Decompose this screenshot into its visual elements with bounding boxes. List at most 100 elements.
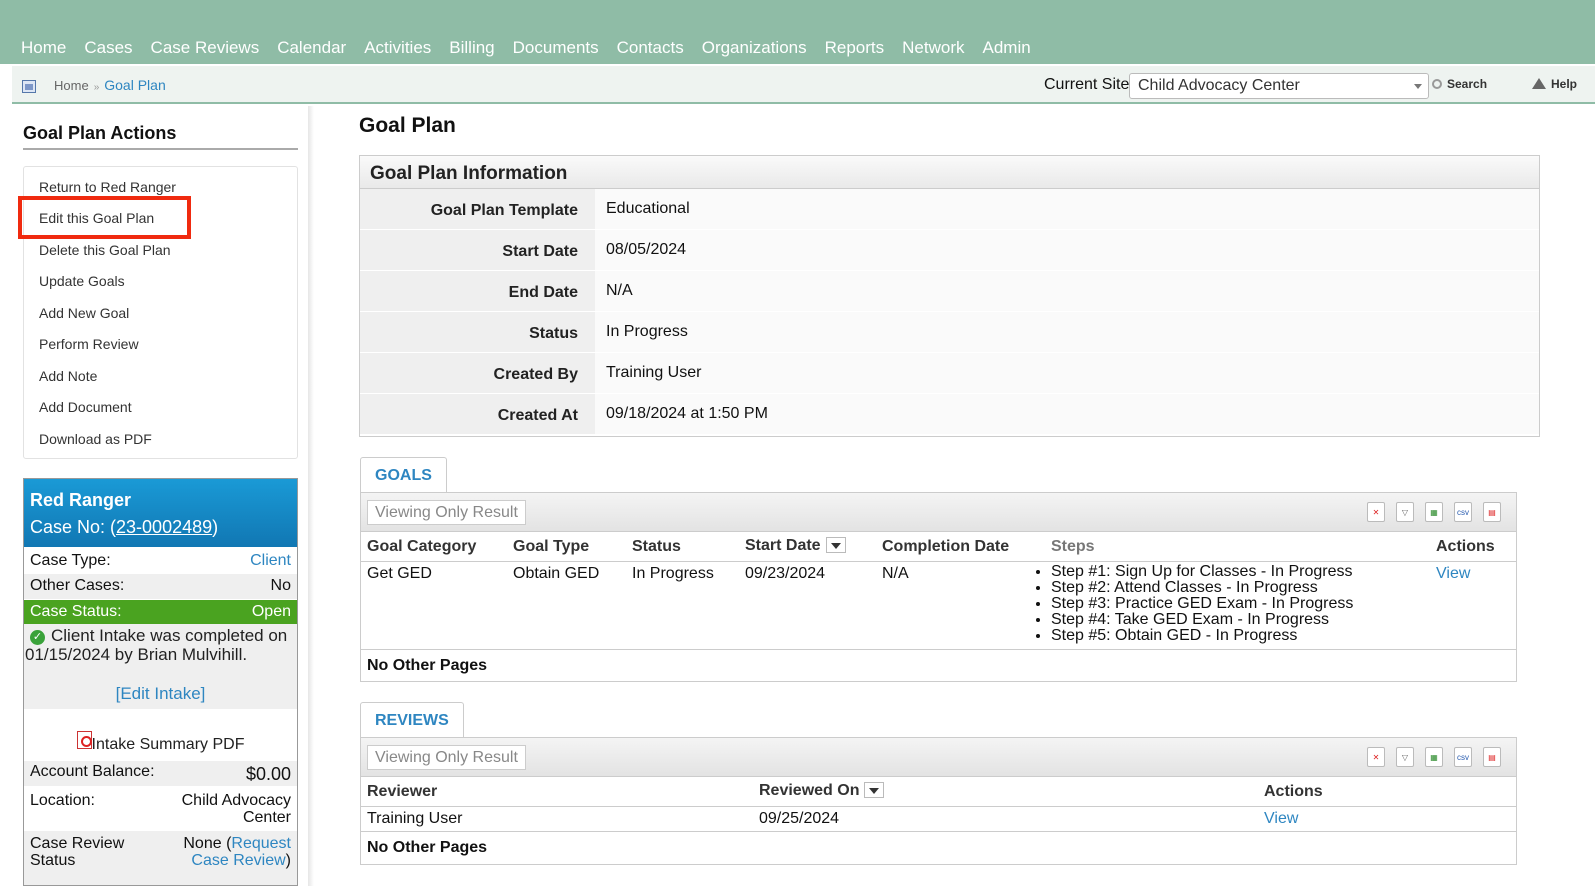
other-cases-value: No [270, 577, 291, 594]
pdf-export-icon[interactable]: ▤ [1483, 502, 1501, 522]
action-add-new-goal[interactable]: Add New Goal [39, 305, 129, 321]
breadcrumb-current[interactable]: Goal Plan [104, 77, 165, 93]
info-value: Training User [606, 364, 702, 381]
col-actions: Actions [1264, 783, 1323, 800]
col-goal-type[interactable]: Goal Type [513, 538, 589, 556]
case-number: Case No: (23-0002489) [30, 517, 218, 538]
nav-reports[interactable]: Reports [825, 38, 885, 58]
intake-summary-pdf-label: Intake Summary PDF [91, 736, 245, 753]
goal-status-cell: In Progress [632, 565, 714, 582]
nav-network[interactable]: Network [902, 38, 964, 58]
nav-case-reviews[interactable]: Case Reviews [151, 38, 260, 58]
reviews-grid: Viewing Only Result ✕ ▽ ▦ csv ▤ Reviewer… [360, 737, 1517, 865]
account-balance-row: Account Balance: $0.00 [24, 761, 297, 786]
other-cases-label: Other Cases: [30, 577, 125, 594]
clear-filter-icon[interactable]: ✕ [1367, 747, 1385, 767]
goals-grid: Viewing Only Result ✕ ▽ ▦ csv ▤ Goal Cat… [360, 492, 1517, 682]
chevron-down-icon [1414, 84, 1422, 89]
edit-intake-link[interactable]: [Edit Intake] [24, 684, 297, 704]
goal-start-cell: 09/23/2024 [745, 565, 826, 582]
breadcrumb: Home » Goal Plan [54, 77, 166, 93]
col-reviewed-on[interactable]: Reviewed On [759, 782, 885, 800]
request-case-review-link[interactable]: Request [231, 835, 291, 852]
csv-export-icon[interactable]: csv [1454, 747, 1472, 767]
info-value: In Progress [606, 323, 688, 340]
search-button[interactable]: Search [1432, 77, 1487, 91]
col-start-date[interactable]: Start Date [745, 537, 846, 555]
action-add-note[interactable]: Add Note [39, 368, 97, 384]
nav-billing[interactable]: Billing [449, 38, 494, 58]
breadcrumb-bar: Home » Goal Plan Current Site Child Advoca… [12, 66, 1595, 104]
page-title: Goal Plan [359, 114, 456, 137]
location-value-line2: Center [242, 809, 291, 826]
location-label: Location: [30, 792, 95, 809]
calendar-icon[interactable] [22, 80, 36, 93]
request-case-review-link-2[interactable]: Case Review [191, 852, 285, 869]
case-number-close: ) [212, 517, 219, 537]
csv-export-icon[interactable]: csv [1454, 502, 1472, 522]
tab-reviews[interactable]: REVIEWS [360, 702, 464, 738]
col-steps: Steps [1051, 538, 1095, 555]
col-reviewed-on-label: Reviewed On [759, 782, 860, 799]
client-name: Red Ranger [30, 490, 132, 510]
pdf-export-icon[interactable]: ▤ [1483, 747, 1501, 767]
nav-home[interactable]: Home [21, 38, 66, 58]
action-add-document[interactable]: Add Document [39, 399, 132, 415]
sort-desc-icon[interactable] [825, 537, 846, 553]
header-divider [361, 806, 1516, 807]
filter-icon[interactable]: ▽ [1396, 502, 1414, 522]
nav-organizations[interactable]: Organizations [702, 38, 807, 58]
breadcrumb-home[interactable]: Home [54, 78, 89, 93]
nav-admin[interactable]: Admin [983, 38, 1031, 58]
col-goal-category[interactable]: Goal Category [367, 538, 476, 556]
viewing-only-result-button[interactable]: Viewing Only Result [367, 745, 526, 770]
info-label: Goal Plan Template [430, 202, 578, 219]
help-label: Help [1551, 77, 1578, 91]
info-label: Start Date [502, 243, 578, 260]
excel-export-icon[interactable]: ▦ [1425, 747, 1443, 767]
goal-completion-cell: N/A [882, 565, 909, 582]
header-divider [361, 561, 1516, 562]
case-type-link[interactable]: Client [250, 552, 291, 570]
excel-export-icon[interactable]: ▦ [1425, 502, 1443, 522]
col-status[interactable]: Status [632, 538, 681, 556]
reviews-toolbar: Viewing Only Result ✕ ▽ ▦ csv ▤ [361, 738, 1516, 777]
case-number-link[interactable]: 23-0002489 [116, 517, 212, 537]
help-button[interactable]: Help [1532, 77, 1577, 91]
action-download-pdf[interactable]: Download as PDF [39, 431, 152, 447]
step-item: Step #1: Sign Up for Classes - In Progre… [1051, 564, 1353, 580]
filter-icon[interactable]: ▽ [1396, 747, 1414, 767]
nav-cases[interactable]: Cases [84, 38, 132, 58]
viewing-only-result-button[interactable]: Viewing Only Result [367, 500, 526, 525]
location-row: Location: Child Advocacy Center [24, 789, 297, 831]
action-delete-goal-plan[interactable]: Delete this Goal Plan [39, 242, 171, 258]
current-site-select[interactable]: Child Advocacy Center [1129, 73, 1429, 99]
intake-summary-pdf-link[interactable]: Intake Summary PDF [24, 731, 297, 754]
info-value: Educational [606, 200, 690, 217]
account-balance-label: Account Balance: [30, 763, 155, 780]
info-row-end-date: End Date N/A [360, 271, 1539, 311]
goals-pagination-label: No Other Pages [367, 657, 488, 674]
goals-toolbar: Viewing Only Result ✕ ▽ ▦ csv ▤ [361, 493, 1516, 532]
nav-contacts[interactable]: Contacts [617, 38, 684, 58]
goal-view-link[interactable]: View [1436, 565, 1470, 583]
top-navigation: Home Cases Case Reviews Calendar Activit… [0, 0, 1595, 64]
step-item: Step #4: Take GED Exam - In Progress [1051, 612, 1353, 628]
case-type-row: Case Type: Client [24, 549, 297, 574]
nav-documents[interactable]: Documents [513, 38, 599, 58]
nav-activities[interactable]: Activities [364, 38, 431, 58]
tab-goals[interactable]: GOALS [360, 457, 447, 493]
clear-filter-icon[interactable]: ✕ [1367, 502, 1385, 522]
info-label: Created At [497, 407, 578, 424]
sort-desc-icon[interactable] [864, 782, 885, 798]
current-site-label: Current Site [1044, 76, 1130, 93]
action-return-to-client[interactable]: Return to Red Ranger [39, 179, 176, 195]
action-perform-review[interactable]: Perform Review [39, 336, 139, 352]
review-view-link[interactable]: View [1264, 810, 1298, 828]
col-reviewer[interactable]: Reviewer [367, 783, 437, 801]
goal-plan-information-header: Goal Plan Information [360, 156, 1539, 189]
action-update-goals[interactable]: Update Goals [39, 273, 125, 289]
nav-calendar[interactable]: Calendar [277, 38, 346, 58]
reviews-pagination-label: No Other Pages [367, 839, 488, 856]
col-completion-date[interactable]: Completion Date [882, 538, 1009, 556]
